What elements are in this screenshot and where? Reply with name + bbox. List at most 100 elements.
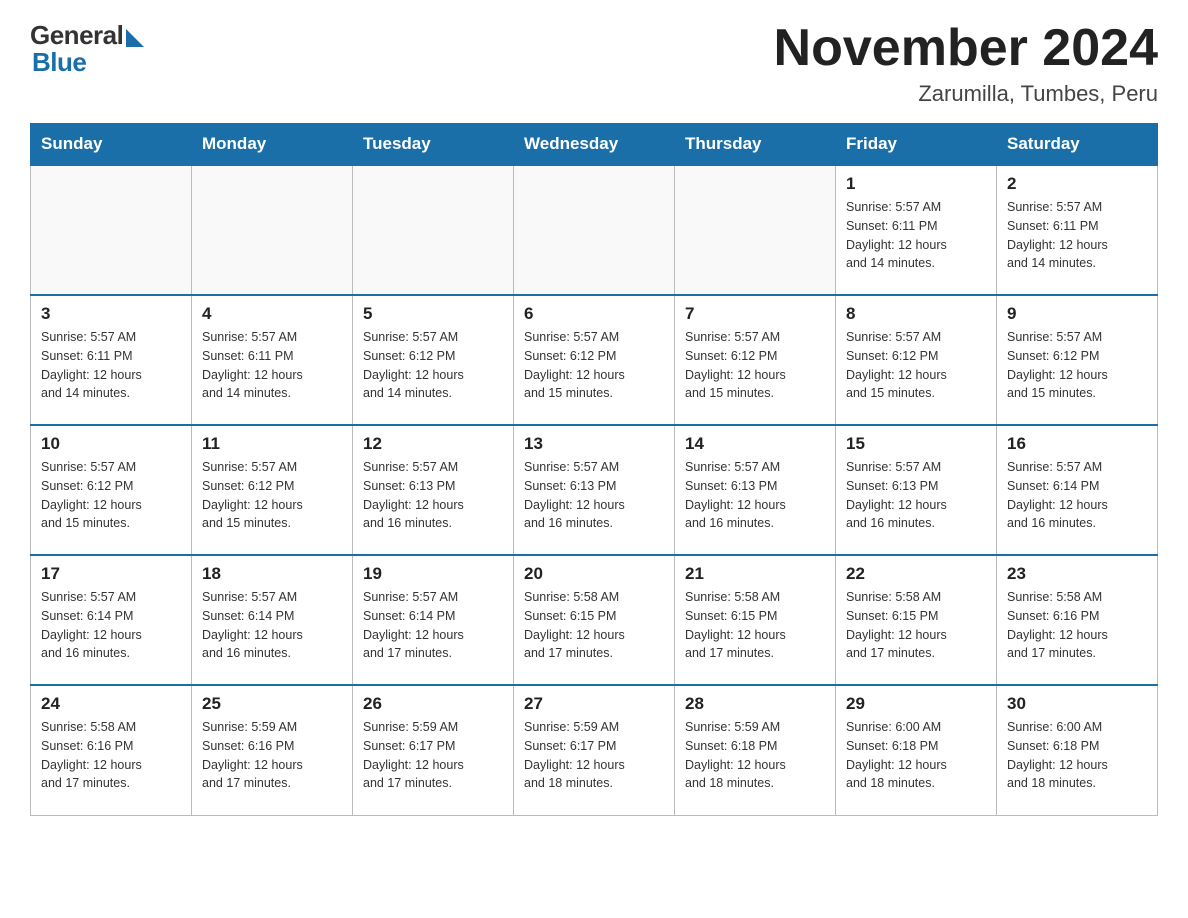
calendar-cell: 17 Sunrise: 5:57 AMSunset: 6:14 PMDayligh… [31, 555, 192, 685]
calendar-cell: 25 Sunrise: 5:59 AMSunset: 6:16 PMDayligh… [192, 685, 353, 815]
day-number: 14 [685, 434, 825, 454]
day-info: Sunrise: 5:59 AMSunset: 6:17 PMDaylight:… [363, 718, 503, 793]
calendar-cell: 26Sunrise: 5:59 AMSunset: 6:17 PMDayligh… [353, 685, 514, 815]
calendar-cell: 4 Sunrise: 5:57 AMSunset: 6:11 PMDaylight… [192, 295, 353, 425]
calendar-cell [675, 165, 836, 295]
calendar-week-row: 3 Sunrise: 5:57 AMSunset: 6:11 PMDaylight… [31, 295, 1158, 425]
calendar-week-row: 17 Sunrise: 5:57 AMSunset: 6:14 PMDayligh… [31, 555, 1158, 685]
day-info: Sunrise: 5:58 AMSunset: 6:15 PMDaylight:… [685, 588, 825, 663]
calendar-cell: 15 Sunrise: 5:57 AMSunset: 6:13 PMDayligh… [836, 425, 997, 555]
day-number: 7 [685, 304, 825, 324]
day-info: Sunrise: 5:57 AMSunset: 6:13 PMDaylight:… [846, 458, 986, 533]
day-number: 10 [41, 434, 181, 454]
day-number: 6 [524, 304, 664, 324]
day-info: Sunrise: 5:57 AMSunset: 6:12 PMDaylight:… [685, 328, 825, 403]
day-info: Sunrise: 5:59 AMSunset: 6:17 PMDaylight:… [524, 718, 664, 793]
day-number: 21 [685, 564, 825, 584]
day-info: Sunrise: 6:00 AMSunset: 6:18 PMDaylight:… [1007, 718, 1147, 793]
calendar-cell: 12 Sunrise: 5:57 AMSunset: 6:13 PMDayligh… [353, 425, 514, 555]
calendar-cell: 22 Sunrise: 5:58 AMSunset: 6:15 PMDayligh… [836, 555, 997, 685]
logo-triangle-icon [126, 29, 144, 47]
day-number: 28 [685, 694, 825, 714]
day-number: 18 [202, 564, 342, 584]
calendar-cell: 21 Sunrise: 5:58 AMSunset: 6:15 PMDayligh… [675, 555, 836, 685]
page-header: General Blue November 2024 Zarumilla, Tu… [30, 20, 1158, 107]
day-number: 2 [1007, 174, 1147, 194]
calendar-cell: 18 Sunrise: 5:57 AMSunset: 6:14 PMDayligh… [192, 555, 353, 685]
day-number: 27 [524, 694, 664, 714]
page-subtitle: Zarumilla, Tumbes, Peru [774, 81, 1158, 107]
day-number: 5 [363, 304, 503, 324]
calendar-cell: 29 Sunrise: 6:00 AMSunset: 6:18 PMDayligh… [836, 685, 997, 815]
day-number: 4 [202, 304, 342, 324]
day-number: 29 [846, 694, 986, 714]
day-info: Sunrise: 5:57 AMSunset: 6:12 PMDaylight:… [202, 458, 342, 533]
calendar-day-header: Tuesday [353, 124, 514, 166]
title-section: November 2024 Zarumilla, Tumbes, Peru [774, 20, 1158, 107]
calendar-cell: 24 Sunrise: 5:58 AMSunset: 6:16 PMDayligh… [31, 685, 192, 815]
day-number: 3 [41, 304, 181, 324]
calendar-cell: 7 Sunrise: 5:57 AMSunset: 6:12 PMDaylight… [675, 295, 836, 425]
calendar-day-header: Saturday [997, 124, 1158, 166]
calendar-cell [31, 165, 192, 295]
calendar-header-row: SundayMondayTuesdayWednesdayThursdayFrid… [31, 124, 1158, 166]
calendar-cell: 9Sunrise: 5:57 AMSunset: 6:12 PMDaylight… [997, 295, 1158, 425]
day-info: Sunrise: 5:57 AMSunset: 6:12 PMDaylight:… [846, 328, 986, 403]
calendar-cell: 2 Sunrise: 5:57 AMSunset: 6:11 PMDaylight… [997, 165, 1158, 295]
calendar-week-row: 10 Sunrise: 5:57 AMSunset: 6:12 PMDayligh… [31, 425, 1158, 555]
day-number: 15 [846, 434, 986, 454]
calendar-cell: 13 Sunrise: 5:57 AMSunset: 6:13 PMDayligh… [514, 425, 675, 555]
day-info: Sunrise: 5:57 AMSunset: 6:14 PMDaylight:… [202, 588, 342, 663]
calendar-cell: 28 Sunrise: 5:59 AMSunset: 6:18 PMDayligh… [675, 685, 836, 815]
day-info: Sunrise: 5:57 AMSunset: 6:11 PMDaylight:… [41, 328, 181, 403]
day-number: 13 [524, 434, 664, 454]
day-info: Sunrise: 5:58 AMSunset: 6:15 PMDaylight:… [524, 588, 664, 663]
day-number: 19 [363, 564, 503, 584]
calendar-day-header: Monday [192, 124, 353, 166]
day-number: 24 [41, 694, 181, 714]
calendar-cell: 30 Sunrise: 6:00 AMSunset: 6:18 PMDayligh… [997, 685, 1158, 815]
calendar-cell: 5 Sunrise: 5:57 AMSunset: 6:12 PMDaylight… [353, 295, 514, 425]
calendar-week-row: 24 Sunrise: 5:58 AMSunset: 6:16 PMDayligh… [31, 685, 1158, 815]
day-info: Sunrise: 5:57 AMSunset: 6:12 PMDaylight:… [363, 328, 503, 403]
day-info: Sunrise: 5:58 AMSunset: 6:16 PMDaylight:… [41, 718, 181, 793]
day-info: Sunrise: 6:00 AMSunset: 6:18 PMDaylight:… [846, 718, 986, 793]
calendar-cell [192, 165, 353, 295]
day-info: Sunrise: 5:57 AMSunset: 6:12 PMDaylight:… [524, 328, 664, 403]
day-number: 20 [524, 564, 664, 584]
calendar-day-header: Wednesday [514, 124, 675, 166]
day-info: Sunrise: 5:57 AMSunset: 6:14 PMDaylight:… [363, 588, 503, 663]
calendar-cell: 10 Sunrise: 5:57 AMSunset: 6:12 PMDayligh… [31, 425, 192, 555]
calendar-cell: 11 Sunrise: 5:57 AMSunset: 6:12 PMDayligh… [192, 425, 353, 555]
day-number: 9 [1007, 304, 1147, 324]
day-number: 30 [1007, 694, 1147, 714]
day-info: Sunrise: 5:57 AMSunset: 6:12 PMDaylight:… [41, 458, 181, 533]
day-number: 11 [202, 434, 342, 454]
page-title: November 2024 [774, 20, 1158, 77]
day-info: Sunrise: 5:57 AMSunset: 6:11 PMDaylight:… [846, 198, 986, 273]
day-number: 8 [846, 304, 986, 324]
calendar-cell: 16Sunrise: 5:57 AMSunset: 6:14 PMDayligh… [997, 425, 1158, 555]
logo: General Blue [30, 20, 144, 78]
day-info: Sunrise: 5:59 AMSunset: 6:16 PMDaylight:… [202, 718, 342, 793]
calendar-cell: 27 Sunrise: 5:59 AMSunset: 6:17 PMDayligh… [514, 685, 675, 815]
day-info: Sunrise: 5:57 AMSunset: 6:11 PMDaylight:… [1007, 198, 1147, 273]
calendar-cell: 23Sunrise: 5:58 AMSunset: 6:16 PMDayligh… [997, 555, 1158, 685]
day-info: Sunrise: 5:59 AMSunset: 6:18 PMDaylight:… [685, 718, 825, 793]
day-info: Sunrise: 5:57 AMSunset: 6:13 PMDaylight:… [363, 458, 503, 533]
day-number: 12 [363, 434, 503, 454]
day-info: Sunrise: 5:57 AMSunset: 6:14 PMDaylight:… [41, 588, 181, 663]
day-number: 25 [202, 694, 342, 714]
day-info: Sunrise: 5:58 AMSunset: 6:15 PMDaylight:… [846, 588, 986, 663]
calendar-cell: 3 Sunrise: 5:57 AMSunset: 6:11 PMDaylight… [31, 295, 192, 425]
day-number: 16 [1007, 434, 1147, 454]
logo-blue-text: Blue [32, 47, 86, 78]
day-info: Sunrise: 5:58 AMSunset: 6:16 PMDaylight:… [1007, 588, 1147, 663]
calendar-day-header: Friday [836, 124, 997, 166]
calendar-cell [514, 165, 675, 295]
day-number: 22 [846, 564, 986, 584]
day-info: Sunrise: 5:57 AMSunset: 6:13 PMDaylight:… [524, 458, 664, 533]
day-info: Sunrise: 5:57 AMSunset: 6:13 PMDaylight:… [685, 458, 825, 533]
day-info: Sunrise: 5:57 AMSunset: 6:11 PMDaylight:… [202, 328, 342, 403]
day-number: 17 [41, 564, 181, 584]
